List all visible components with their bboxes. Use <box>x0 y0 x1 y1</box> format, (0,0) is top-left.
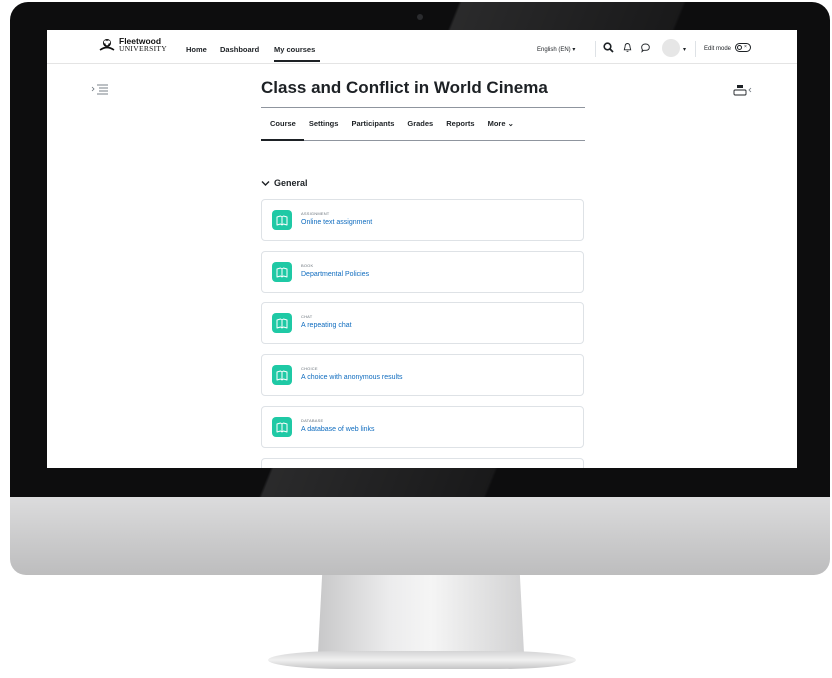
tab-course[interactable]: Course <box>270 119 296 128</box>
edit-mode-label: Edit mode <box>704 46 732 52</box>
search-icon[interactable] <box>603 42 614 53</box>
tab-more[interactable]: More ⌄ <box>488 119 514 128</box>
nav-dashboard-link[interactable]: Dashboard <box>220 45 259 54</box>
title-divider <box>261 107 585 108</box>
course-index-toggle-icon[interactable] <box>91 83 109 95</box>
nav-active-indicator <box>274 60 320 62</box>
book-icon <box>272 313 292 333</box>
section-title: General <box>274 178 308 188</box>
logo-subtitle: UNIVERSITY <box>119 44 167 53</box>
course-tabs: Course Settings Participants Grades Repo… <box>261 119 527 128</box>
activity-type: DATABASE <box>301 418 324 423</box>
rose-logo-icon <box>99 39 115 51</box>
nav-my-courses-link[interactable]: My courses <box>274 45 315 54</box>
monitor-base <box>268 651 576 669</box>
book-icon <box>272 365 292 385</box>
monitor-stand <box>318 575 524 653</box>
divider <box>695 41 696 57</box>
activity-type: ASSIGNMENT <box>301 211 330 216</box>
top-navbar: Fleetwood UNIVERSITY Home Dashboard My c… <box>47 30 797 64</box>
activity-card[interactable]: CHAT A repeating chat <box>261 302 584 344</box>
chat-bubble-icon[interactable] <box>640 42 651 53</box>
activity-type: CHOICE <box>301 366 318 371</box>
activity-link[interactable]: A choice with anonymous results <box>301 374 403 381</box>
activity-card[interactable]: BOOK Departmental Policies <box>261 251 584 293</box>
tab-settings[interactable]: Settings <box>309 119 339 128</box>
chevron-down-icon <box>261 180 270 186</box>
activity-card[interactable]: DATABASE A database of web links <box>261 406 584 448</box>
toggle-off-icon: × <box>744 44 747 50</box>
language-menu[interactable]: English (EN) ▾ <box>537 46 575 53</box>
activity-card[interactable] <box>261 458 584 468</box>
activity-link[interactable]: A repeating chat <box>301 322 352 329</box>
section-header[interactable]: General <box>261 178 308 188</box>
block-drawer-toggle-icon[interactable] <box>733 84 753 96</box>
activity-link[interactable]: Departmental Policies <box>301 271 369 278</box>
activity-type: BOOK <box>301 263 314 268</box>
activity-type: CHAT <box>301 314 313 319</box>
user-avatar[interactable] <box>662 39 680 57</box>
tab-participants[interactable]: Participants <box>351 119 394 128</box>
monitor-chin <box>10 497 830 575</box>
tab-active-indicator <box>261 139 304 141</box>
nav-home-link[interactable]: Home <box>186 45 207 54</box>
activity-card[interactable]: ASSIGNMENT Online text assignment <box>261 199 584 241</box>
screen: Fleetwood UNIVERSITY Home Dashboard My c… <box>47 30 797 468</box>
activity-link[interactable]: A database of web links <box>301 426 375 433</box>
activity-link[interactable]: Online text assignment <box>301 219 372 226</box>
book-icon <box>272 262 292 282</box>
course-title: Class and Conflict in World Cinema <box>261 78 548 97</box>
site-logo[interactable]: Fleetwood UNIVERSITY <box>99 37 167 53</box>
edit-mode-toggle[interactable]: × <box>735 43 751 52</box>
bell-icon[interactable] <box>622 42 633 53</box>
divider <box>595 41 596 57</box>
tab-grades[interactable]: Grades <box>407 119 433 128</box>
camera-dot <box>417 14 423 20</box>
user-menu-caret[interactable]: ▾ <box>683 46 686 53</box>
tabs-divider <box>261 140 585 141</box>
tab-reports[interactable]: Reports <box>446 119 474 128</box>
activity-card[interactable]: CHOICE A choice with anonymous results <box>261 354 584 396</box>
book-icon <box>272 210 292 230</box>
book-icon <box>272 417 292 437</box>
